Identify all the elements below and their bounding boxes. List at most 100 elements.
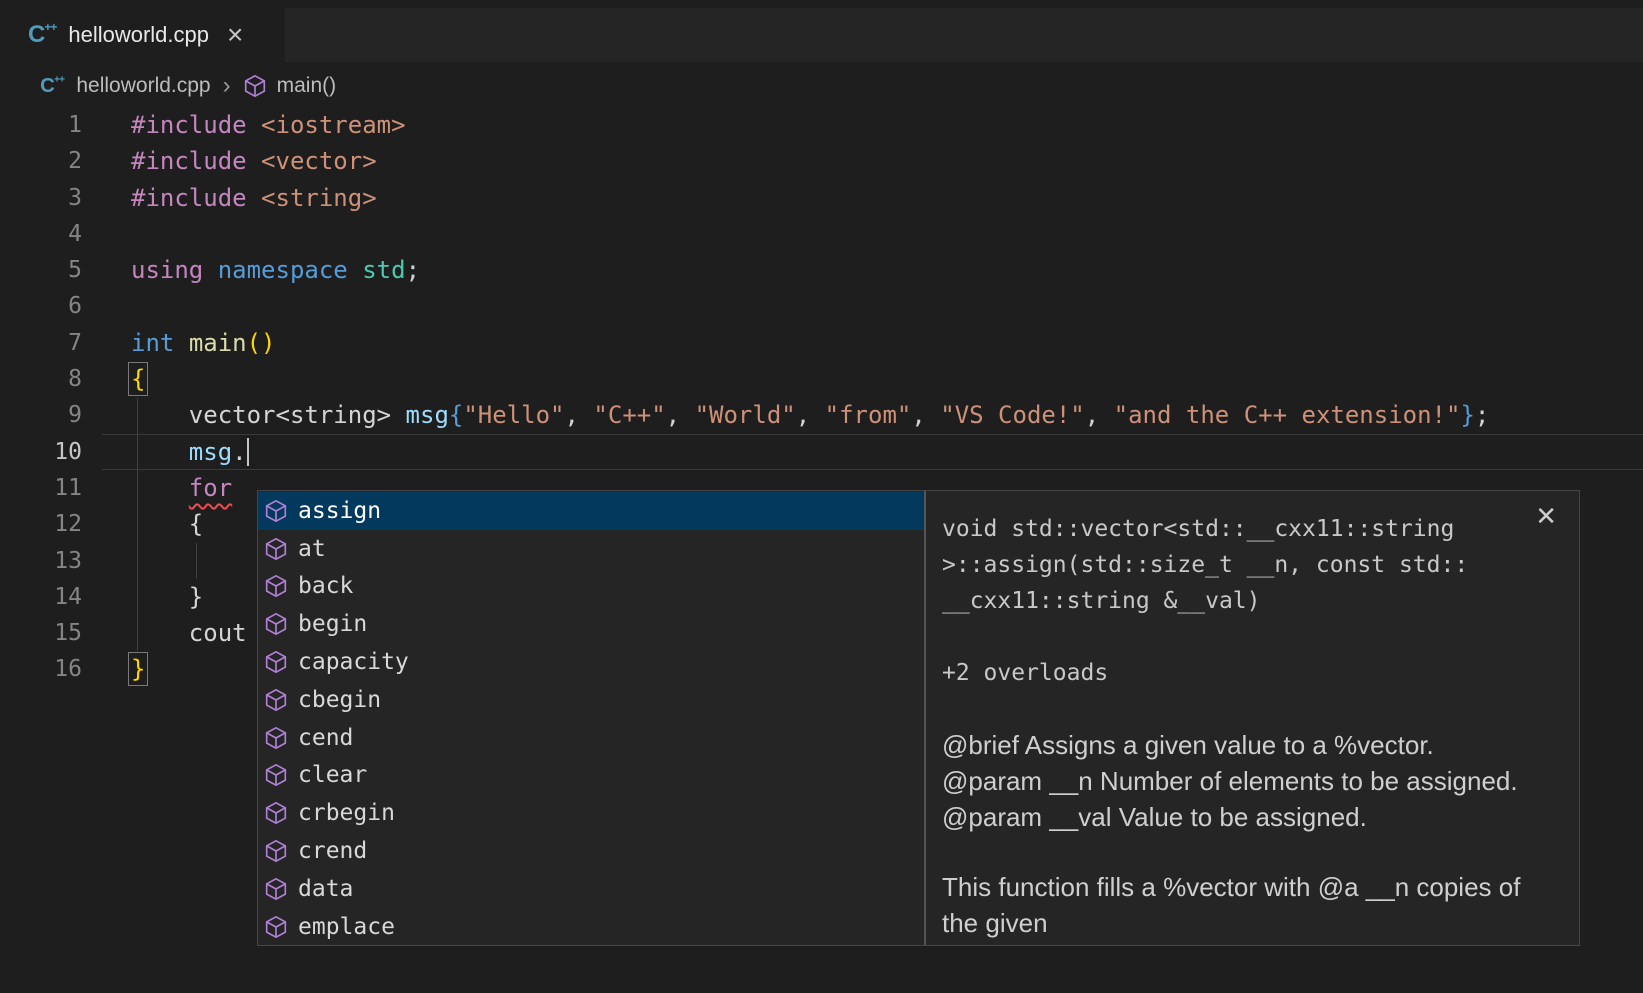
suggest-item-capacity[interactable]: capacity [258,643,924,681]
code-token [131,583,189,611]
code-token: #include [131,147,247,175]
suggest-item-begin[interactable]: begin [258,605,924,643]
doc-body-line: This function fills a %vector with @a __… [942,869,1559,905]
code-text: #include <vector> [131,143,377,179]
code-token [131,401,189,429]
intellisense-suggest-widget: assign at backbegin capacity cbegin cend clear… [257,490,1580,946]
doc-signature-line: void std::vector<std::__cxx11::string [942,511,1559,547]
breadcrumb: C++ helloworld.cpp › main() [38,64,336,108]
code-token: namespace [218,256,348,284]
doc-body-line: @param __val Value to be assigned. [942,799,1559,835]
symbol-method-icon [264,499,288,523]
code-line[interactable]: 7int main() [0,325,1643,361]
code-token: } [189,583,203,611]
symbol-method-icon [264,839,288,863]
suggest-item-label: at [298,536,326,562]
code-token [131,510,189,538]
code-line[interactable]: 10 msg. [0,434,1643,470]
close-icon[interactable]: ✕ [1535,501,1557,532]
code-line[interactable]: 8{ [0,361,1643,397]
code-token: () [247,329,276,357]
line-number: 10 [0,434,82,470]
suggest-item-emplace[interactable]: emplace [258,908,924,945]
suggest-item-label: cend [298,725,353,751]
symbol-method-icon [243,74,267,98]
suggest-item-label: crbegin [298,800,395,826]
code-text: for [131,470,232,506]
doc-body-line: @param __n Number of elements to be assi… [942,763,1559,799]
vscode-window: C++ helloworld.cpp × C++ helloworld.cpp … [0,0,1643,993]
doc-body-line: the given [942,905,1559,941]
suggest-item-crbegin[interactable]: crbegin [258,794,924,832]
suggest-item-at[interactable]: at [258,530,924,568]
code-token [203,256,217,284]
breadcrumb-symbol[interactable]: main() [277,74,337,98]
code-token [131,438,189,466]
suggest-item-label: emplace [298,914,395,940]
suggest-item-label: data [298,876,353,902]
line-number: 11 [0,470,82,506]
suggest-item-label: cbegin [298,687,381,713]
code-token: "from" [825,401,912,429]
code-token: for [189,474,232,502]
symbol-method-icon [264,801,288,825]
suggest-item-cbegin[interactable]: cbegin [258,681,924,719]
code-text: } [131,579,203,615]
code-token: <vector> [261,147,377,175]
code-text: msg. [131,434,249,470]
code-token: #include [131,184,247,212]
code-token: { [189,510,203,538]
symbol-method-icon [264,650,288,674]
code-token [247,111,261,139]
code-token: int [131,329,174,357]
line-number: 9 [0,397,82,433]
code-line[interactable]: 9 vector<string> msg{"Hello", "C++", "Wo… [0,397,1643,433]
suggest-item-back[interactable]: back [258,568,924,606]
code-token: using [131,256,203,284]
symbol-method-icon [264,688,288,712]
symbol-method-icon [264,915,288,939]
code-line[interactable]: 6 [0,288,1643,324]
suggest-item-clear[interactable]: clear [258,757,924,795]
suggest-item-assign[interactable]: assign [258,492,924,530]
suggest-item-cend[interactable]: cend [258,719,924,757]
suggest-item-label: capacity [298,649,409,675]
code-text: } [131,651,145,687]
line-number: 5 [0,252,82,288]
code-token [131,474,189,502]
code-token: msg [189,438,232,466]
tab-close-icon[interactable]: × [227,21,243,49]
cpp-file-icon: C++ [40,76,64,96]
code-text: int main() [131,325,276,361]
tab-helloworld[interactable]: C++ helloworld.cpp × [0,8,285,62]
code-text: vector<string> msg{"Hello", "C++", "Worl… [131,397,1489,433]
code-token: cout [189,619,247,647]
code-token: "Hello" [463,401,564,429]
suggest-list[interactable]: assign at backbegin capacity cbegin cend clear… [258,491,924,945]
code-token: <string> [261,184,377,212]
code-token: , [565,401,594,429]
line-number: 4 [0,216,82,252]
doc-signature-line: >::assign(std::size_t __n, const std:: [942,547,1559,583]
line-number: 6 [0,288,82,324]
suggest-item-data[interactable]: data [258,870,924,908]
code-token: ; [406,256,420,284]
suggest-item-crend[interactable]: crend [258,832,924,870]
symbol-method-icon [264,763,288,787]
code-text: #include <string> [131,180,377,216]
code-token: . [232,438,246,466]
cpp-file-icon: C++ [28,23,56,47]
code-text: cout [131,615,247,651]
suggest-item-label: crend [298,838,367,864]
code-token [174,329,188,357]
code-token: , [1085,401,1114,429]
line-number: 12 [0,506,82,542]
suggest-docs-panel: ✕ void std::vector<std::__cxx11::string>… [926,491,1579,945]
code-line[interactable]: 5using namespace std; [0,252,1643,288]
text-cursor [247,438,249,466]
code-line[interactable]: 3#include <string> [0,180,1643,216]
breadcrumb-file[interactable]: helloworld.cpp [76,74,210,98]
code-line[interactable]: 4 [0,216,1643,252]
code-line[interactable]: 1#include <iostream> [0,107,1643,143]
code-line[interactable]: 2#include <vector> [0,143,1643,179]
